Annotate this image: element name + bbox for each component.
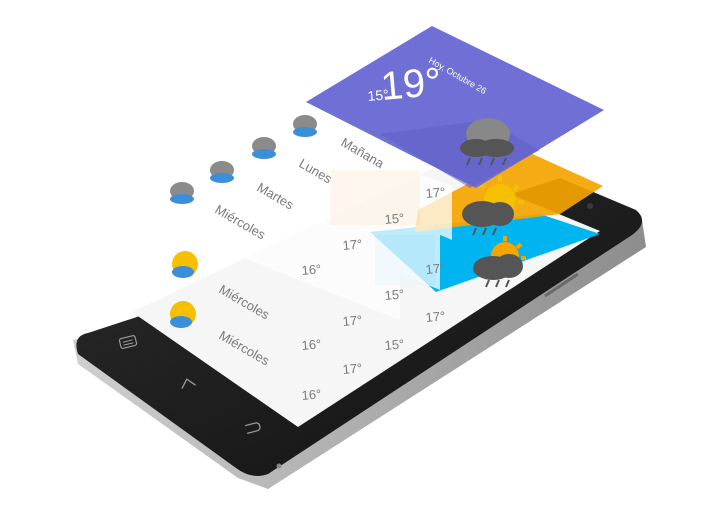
cloud-rain-icon [252,137,276,159]
row-temp-1: 17° [425,184,446,201]
phone-weather-illustration: Hoy, Octubre 26 19° 15° Mañana Lunes Mar… [73,26,646,489]
screen-temp-b2: 15° [384,336,405,353]
screen-temp-a2: 16° [301,336,322,353]
screen-temp-extra: 17° [342,360,363,377]
row-temp-2: 15° [384,210,405,227]
screen-temp-a3: 16° [301,386,322,403]
cloud-rain-icon [170,182,194,204]
cloud-rain-icon [210,161,234,183]
screen-temp-c2: 17° [425,308,446,325]
front-camera [587,203,593,209]
bottom-mic [276,463,282,469]
header-temp-small: 15° [367,86,389,104]
screen-temp-c1: 17° [425,260,446,277]
screen-temp-a1: 17° [342,312,363,329]
sun-cloud-icon [172,251,198,278]
row-temp-4: 16° [301,261,322,278]
row-temp-3: 17° [342,236,363,253]
screen-temp-b1: 15° [384,286,405,303]
cloud-rain-icon [293,115,317,137]
